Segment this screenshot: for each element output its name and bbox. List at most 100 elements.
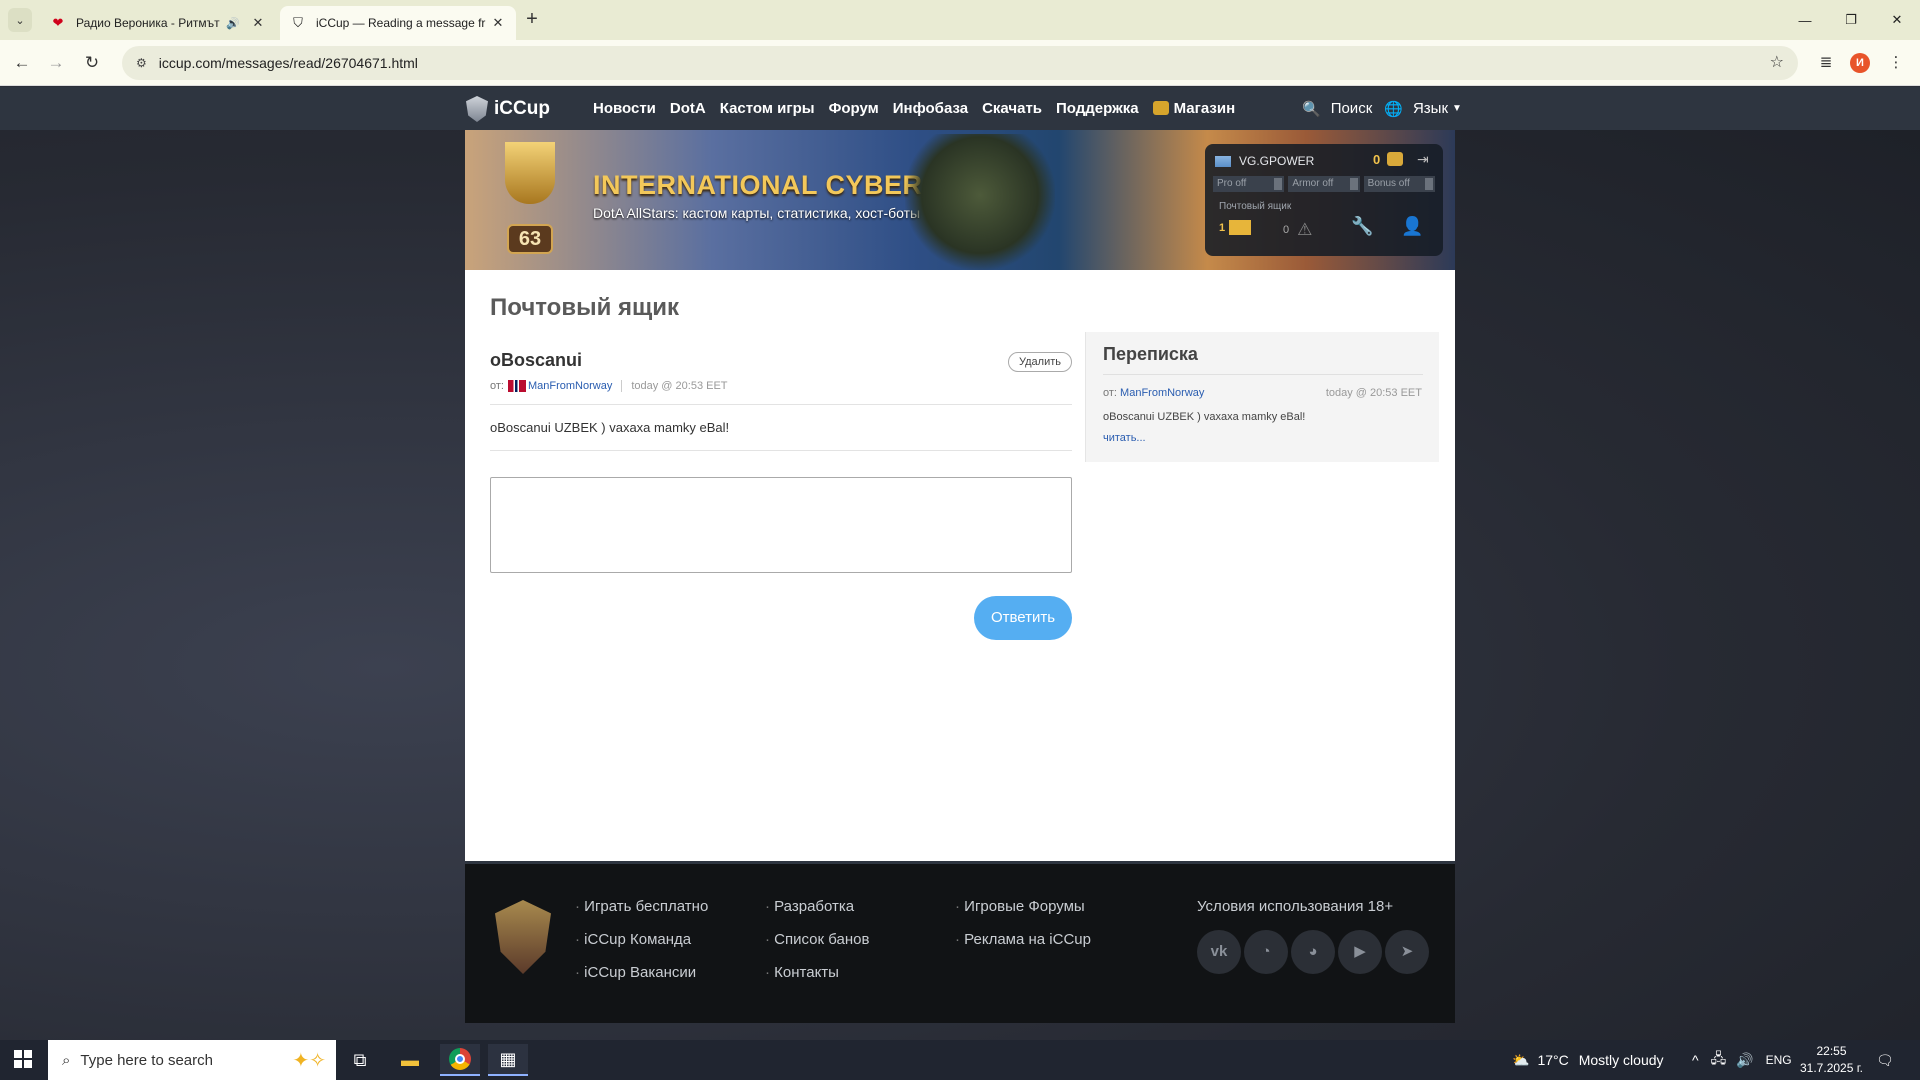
close-icon[interactable]: ✕ xyxy=(250,15,266,31)
youtube-icon[interactable]: ▶ xyxy=(1338,930,1382,974)
divider xyxy=(490,450,1072,451)
warnings-link[interactable]: 0 ⚠ xyxy=(1283,220,1312,240)
reply-button[interactable]: Ответить xyxy=(974,596,1072,640)
divider xyxy=(1103,374,1423,375)
taskbar-search-box[interactable]: ⌕ Type here to search ✦✧ xyxy=(48,1040,336,1080)
menu-news[interactable]: Новости xyxy=(593,100,656,117)
file-explorer-icon[interactable]: ▬ xyxy=(390,1044,430,1076)
wrench-icon[interactable]: 🔧 xyxy=(1351,216,1373,237)
taskbar-clock[interactable]: 22:55 31.7.2025 г. xyxy=(1800,1043,1863,1077)
footer-link-ban-list[interactable]: Список банов xyxy=(765,931,869,948)
sparkle-icon: ✦✧ xyxy=(292,1050,326,1072)
footer-col-2: Разработка Список банов Контакты xyxy=(765,898,869,997)
from-label: от: xyxy=(490,380,504,392)
close-icon[interactable]: ✕ xyxy=(490,15,506,31)
notifications-icon[interactable]: 🗨 xyxy=(1876,1040,1894,1080)
vk-icon[interactable]: vk xyxy=(1197,930,1241,974)
network-icon[interactable]: 🖧 xyxy=(1711,1048,1727,1072)
minimize-icon[interactable]: — xyxy=(1782,0,1828,40)
coins-icon xyxy=(1387,152,1403,166)
menu-custom-games[interactable]: Кастом игры xyxy=(720,100,815,117)
message-subject: oBoscanui xyxy=(490,350,583,370)
kebab-menu-icon[interactable]: ⋮ xyxy=(1884,51,1908,75)
tray-chevron-icon[interactable]: ^ xyxy=(1692,1052,1699,1068)
envelope-icon xyxy=(1229,220,1252,235)
clock-time: 22:55 xyxy=(1816,1044,1847,1058)
site-settings-icon[interactable]: ⚙ xyxy=(136,56,147,70)
shop-icon xyxy=(1152,101,1169,115)
logo-text: iCCup xyxy=(494,98,550,119)
footer-terms-link[interactable]: Условия использования 18+ xyxy=(1197,898,1393,915)
telegram-icon[interactable]: ➤ xyxy=(1385,930,1429,974)
bookmark-star-icon[interactable]: ☆ xyxy=(1770,52,1784,72)
sender-link[interactable]: ManFromNorway xyxy=(528,380,612,392)
browser-tab-iccup[interactable]: ⛉ iCCup — Reading a message fr ✕ xyxy=(280,6,516,40)
iccup-shield-icon xyxy=(466,96,488,122)
menu-infobase[interactable]: Инфобаза xyxy=(893,100,968,117)
menu-forum[interactable]: Форум xyxy=(829,100,879,117)
restore-icon[interactable]: ❐ xyxy=(1828,0,1874,40)
windows-start-icon[interactable] xyxy=(14,1050,32,1068)
media-control-icon[interactable]: ≣ xyxy=(1814,51,1838,75)
browser-tab-bar: ⌄ ❤ Радио Вероника - Ритмът 🔊 ✕ ⛉ iCCup … xyxy=(0,0,1920,40)
footer-link-contacts[interactable]: Контакты xyxy=(765,964,869,981)
menu-dota[interactable]: DotA xyxy=(670,100,706,117)
keyboard-lang[interactable]: ENG xyxy=(1766,1053,1792,1067)
search-icon[interactable]: 🔍 xyxy=(1302,100,1321,118)
mailbox-label: Почтовый ящик xyxy=(1219,201,1292,212)
mail-count: 1 xyxy=(1219,221,1226,234)
profile-avatar[interactable]: И xyxy=(1850,53,1870,73)
speaker-icon[interactable]: 🔊 xyxy=(226,17,240,30)
language-dropdown[interactable]: Язык xyxy=(1413,100,1448,117)
menu-support[interactable]: Поддержка xyxy=(1056,100,1139,117)
footer-link-team[interactable]: iCCup Команда xyxy=(575,931,708,948)
reply-textarea[interactable] xyxy=(490,477,1072,573)
footer-link-jobs[interactable]: iCCup Вакансии xyxy=(575,964,708,981)
delete-button[interactable]: Удалить xyxy=(1008,352,1072,372)
site-logo[interactable]: iCCup xyxy=(466,96,550,122)
address-bar[interactable]: ⚙ iccup.com/messages/read/26704671.html … xyxy=(122,46,1798,80)
caret-down-icon[interactable]: ▼ xyxy=(1452,103,1462,114)
clock-date: 31.7.2025 г. xyxy=(1800,1061,1863,1075)
correspondence-heading: Переписка xyxy=(1103,344,1198,364)
tab-search-dropdown[interactable]: ⌄ xyxy=(8,8,32,32)
bonus-toggle[interactable]: Bonus off xyxy=(1363,176,1435,192)
pro-toggle[interactable]: Pro off xyxy=(1213,176,1285,192)
task-view-icon[interactable]: ⧉ xyxy=(340,1044,380,1076)
site-footer: Играть бесплатно iCCup Команда iCCup Вак… xyxy=(465,861,1455,1023)
web-page: iCCup Новости DotA Кастом игры Форум Инф… xyxy=(0,87,1920,1054)
reload-icon[interactable]: ↻ xyxy=(80,51,104,75)
logout-icon[interactable]: ⇥ xyxy=(1417,151,1429,168)
close-window-icon[interactable]: ✕ xyxy=(1874,0,1920,40)
volume-icon[interactable]: 🔊 xyxy=(1736,1052,1753,1069)
footer-link-development[interactable]: Разработка xyxy=(765,898,869,915)
browser-tab-radio[interactable]: ❤ Радио Вероника - Ритмът 🔊 ✕ xyxy=(40,6,276,40)
discord-home-icon[interactable]: ◔ xyxy=(1244,930,1288,974)
forward-arrow-icon[interactable]: → xyxy=(44,51,68,75)
footer-link-play-free[interactable]: Играть бесплатно xyxy=(575,898,708,915)
read-more-link[interactable]: читать... xyxy=(1103,432,1146,444)
menu-shop[interactable]: Магазин xyxy=(1152,100,1235,117)
discord-settings-icon[interactable]: ◕ xyxy=(1291,930,1335,974)
chrome-icon[interactable] xyxy=(440,1044,480,1076)
back-arrow-icon[interactable]: ← xyxy=(10,51,34,75)
heart-icon: ❤ xyxy=(52,15,64,30)
iccup-icon: ⛉ xyxy=(293,15,303,30)
globe-icon[interactable]: 🌐 xyxy=(1384,100,1403,118)
correspondence-sender-link[interactable]: ManFromNorway xyxy=(1120,387,1204,399)
search-link[interactable]: Поиск xyxy=(1331,100,1373,117)
footer-link-game-forums[interactable]: Игровые Форумы xyxy=(955,898,1091,915)
message-body: oBoscanui UZBEK ) vaxaxa mamky eBal! xyxy=(490,420,730,435)
weather-widget[interactable]: ⛅ 17°C Mostly cloudy xyxy=(1512,1040,1664,1080)
armor-toggle[interactable]: Armor off xyxy=(1288,176,1360,192)
mailbox-link[interactable]: 1 xyxy=(1219,220,1252,235)
menu-download[interactable]: Скачать xyxy=(982,100,1042,117)
url-text: iccup.com/messages/read/26704671.html xyxy=(158,55,418,71)
warn-count: 0 xyxy=(1283,224,1290,236)
footer-link-ads[interactable]: Реклама на iCCup xyxy=(955,931,1091,948)
username[interactable]: VG.GPOWER xyxy=(1239,154,1314,168)
user-profile-icon[interactable]: 👤 xyxy=(1401,216,1423,237)
footer-logo[interactable] xyxy=(495,900,551,974)
new-tab-button[interactable]: + xyxy=(520,8,544,32)
warcraft-app-icon[interactable]: ▦ xyxy=(488,1044,528,1076)
